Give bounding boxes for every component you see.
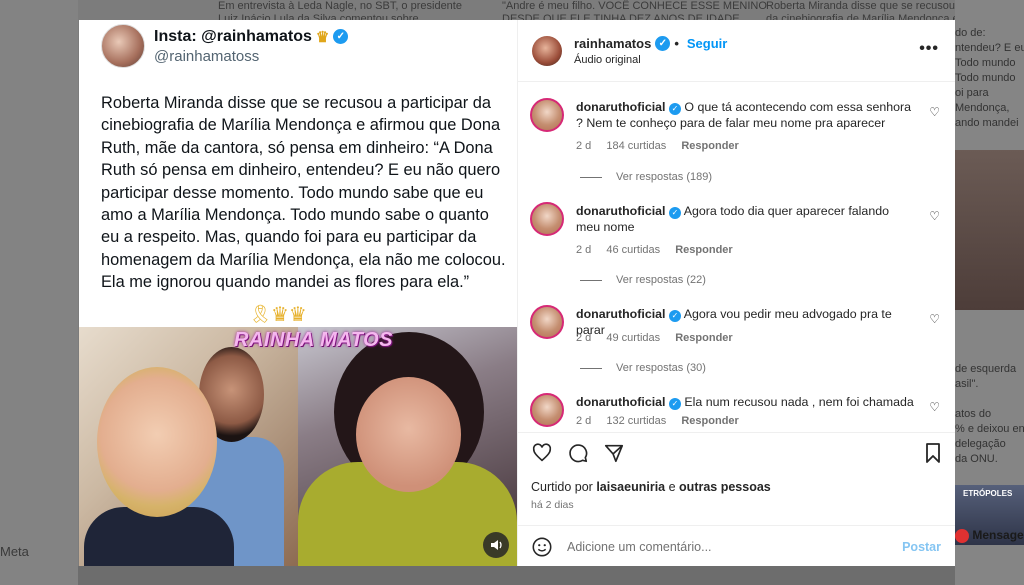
- commenter-avatar[interactable]: [530, 305, 564, 339]
- reply-button[interactable]: Responder: [681, 140, 738, 152]
- bookmark-icon[interactable]: [923, 442, 943, 464]
- meta-label: Meta: [0, 544, 29, 559]
- heart-icon[interactable]: ♡: [929, 209, 940, 223]
- post-time[interactable]: há 2 dias: [531, 499, 574, 511]
- post-actions: Curtido por laisaeuniria e outras pessoa…: [518, 432, 955, 566]
- tweet-header: Insta: @rainhamatos ♛ ✓ @rainhamatoss: [101, 24, 349, 68]
- view-replies-button[interactable]: Ver respostas (189): [580, 171, 712, 183]
- bg-messages-label: Mensage: [955, 528, 1024, 543]
- comment-likes[interactable]: 46 curtidas: [606, 244, 660, 256]
- comment-meta: 2 d 132 curtidas Responder: [576, 415, 739, 427]
- reply-button[interactable]: Responder: [675, 244, 732, 256]
- post-header: rainhamatos ✓ • Seguir Áudio original ••…: [518, 20, 955, 82]
- liked-by-text: Curtido por laisaeuniria e outras pessoa…: [531, 480, 771, 494]
- reply-button[interactable]: Responder: [675, 332, 732, 344]
- tweet-name: Insta: @rainhamatos ♛ ✓: [154, 28, 349, 46]
- comment-meta: 2 d 46 curtidas Responder: [576, 244, 733, 256]
- bg-photo: [955, 150, 1024, 310]
- author-avatar[interactable]: [532, 35, 562, 66]
- comment-text: donaruthoficial ✓ Agora todo dia quer ap…: [576, 204, 889, 234]
- author-row: rainhamatos ✓ • Seguir: [574, 35, 728, 51]
- post-modal: Insta: @rainhamatos ♛ ✓ @rainhamatoss Ro…: [79, 20, 955, 566]
- comment-bubble-icon[interactable]: [567, 442, 589, 464]
- author-username[interactable]: rainhamatos: [574, 36, 651, 51]
- post-sidebar: rainhamatos ✓ • Seguir Áudio original ••…: [517, 20, 955, 566]
- comment-input[interactable]: [567, 539, 867, 554]
- rainha-matos-logo: RAINHA MATOS: [234, 329, 393, 351]
- view-replies-button[interactable]: Ver respostas (30): [580, 362, 706, 374]
- commenter-avatar[interactable]: [530, 393, 564, 427]
- speaker-icon: [491, 540, 502, 550]
- crown-logo-icon: ♛♛: [271, 304, 307, 326]
- verified-icon: ✓: [668, 310, 681, 322]
- commenter-avatar[interactable]: [530, 98, 564, 132]
- comment-likes[interactable]: 184 curtidas: [606, 140, 666, 152]
- photo-left-panel: [79, 327, 298, 566]
- liked-by-user[interactable]: laisaeuniria: [596, 480, 665, 494]
- emoji-icon[interactable]: [531, 536, 553, 558]
- tweet-avatar: [101, 24, 145, 68]
- heart-icon[interactable]: ♡: [929, 312, 940, 326]
- like-heart-icon[interactable]: [531, 442, 553, 464]
- comment-username[interactable]: donaruthoficial: [576, 307, 666, 321]
- more-options-icon[interactable]: •••: [919, 40, 939, 58]
- comment-meta: 2 d 184 curtidas Responder: [576, 140, 739, 152]
- ribbon-icon: 🎗: [249, 304, 272, 324]
- verified-icon: ✓: [655, 35, 671, 51]
- verified-icon: ✓: [333, 29, 349, 44]
- add-comment-bar: Postar: [518, 525, 955, 567]
- audio-label[interactable]: Áudio original: [574, 54, 727, 66]
- liked-by-others[interactable]: outras pessoas: [679, 480, 771, 494]
- comment-text: donaruthoficial ✓ O que tá acontecendo c…: [576, 100, 912, 130]
- verified-icon: ✓: [668, 103, 681, 115]
- commenter-avatar[interactable]: [530, 202, 564, 236]
- reply-button[interactable]: Responder: [681, 415, 738, 427]
- comment-likes[interactable]: 132 curtidas: [606, 415, 666, 427]
- comments-list[interactable]: donaruthoficial ✓ O que tá acontecendo c…: [518, 82, 955, 432]
- photo-right-panel: [298, 327, 517, 566]
- comment-meta: 2 d 49 curtidas Responder: [576, 332, 733, 344]
- heart-icon[interactable]: ♡: [929, 400, 940, 414]
- audio-mute-button[interactable]: [483, 532, 509, 558]
- comment-username[interactable]: donaruthoficial: [576, 204, 666, 218]
- heart-icon[interactable]: ♡: [929, 105, 940, 119]
- crown-icon: ♛: [315, 28, 330, 46]
- verified-icon: ✓: [668, 398, 681, 410]
- bg-bottom-strip: [78, 566, 955, 585]
- tweet-text: Roberta Miranda disse que se recusou a p…: [101, 94, 506, 292]
- comment-username[interactable]: donaruthoficial: [576, 100, 666, 114]
- verified-icon: ✓: [668, 207, 681, 219]
- tweet-handle: @rainhamatoss: [154, 47, 260, 65]
- post-media[interactable]: Insta: @rainhamatos ♛ ✓ @rainhamatoss Ro…: [79, 20, 517, 566]
- comment-likes[interactable]: 49 curtidas: [606, 332, 660, 344]
- post-comment-button[interactable]: Postar: [902, 540, 941, 554]
- left-sidebar-bg: Meta: [0, 0, 78, 585]
- view-replies-button[interactable]: Ver respostas (22): [580, 274, 706, 286]
- post-photo: RAINHA MATOS: [79, 327, 517, 566]
- comment-text: donaruthoficial ✓ Ela num recusou nada ,…: [576, 395, 914, 410]
- comment-username[interactable]: donaruthoficial: [576, 395, 666, 409]
- share-send-icon[interactable]: [603, 442, 625, 464]
- follow-button[interactable]: Seguir: [687, 36, 727, 51]
